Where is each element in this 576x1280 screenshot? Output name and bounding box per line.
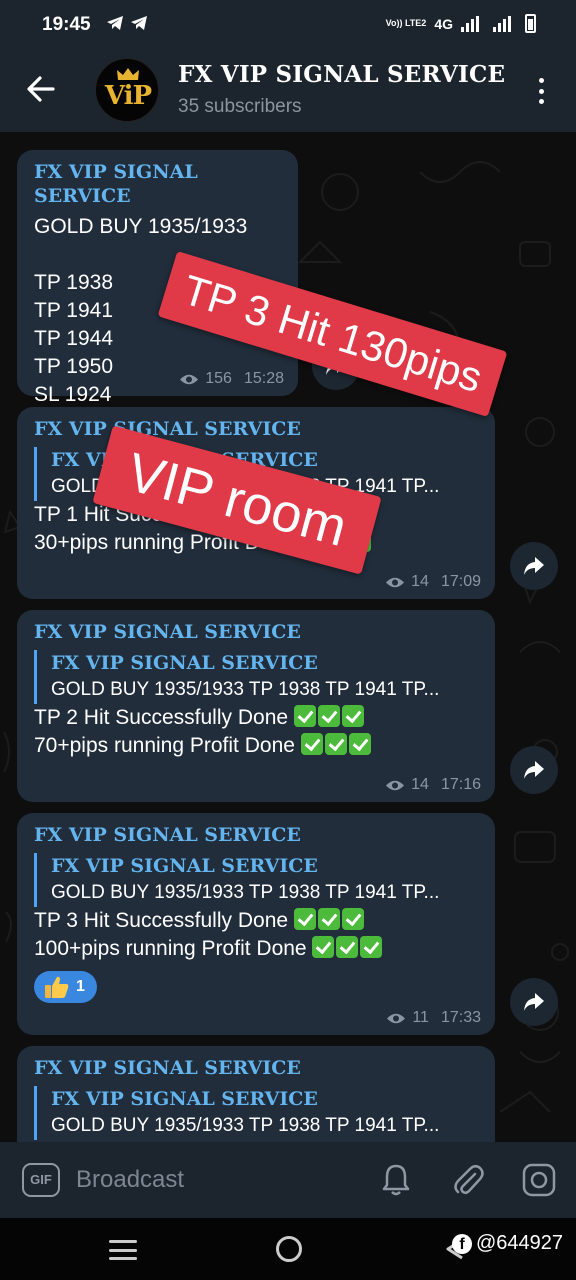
check-emoji-icon xyxy=(341,908,364,930)
view-count: 14 xyxy=(411,776,429,793)
channel-title[interactable]: FX VIP SIGNAL SERVICE xyxy=(178,61,505,88)
reply-preview[interactable]: FX VIP SIGNAL SERVICE GOLD BUY 1935/1933… xyxy=(34,650,478,704)
reaction-count: 1 xyxy=(76,978,85,995)
channel-avatar[interactable]: ViP xyxy=(95,58,159,122)
message-text: GOLD BUY 1935/1933 xyxy=(34,215,248,238)
message-text: TP 2 Hit Successfully Done xyxy=(34,704,478,732)
share-icon xyxy=(524,557,544,575)
crown-icon xyxy=(117,68,139,80)
message-time: 15:28 xyxy=(243,370,284,387)
thumbs-up-reaction[interactable]: 1 xyxy=(34,971,97,1003)
check-emoji-icon xyxy=(293,705,316,727)
reply-text: GOLD BUY 1935/1933 TP 1938 TP 1941 TP... xyxy=(51,882,440,903)
message-meta: 156 15:28 xyxy=(179,370,284,388)
chat-area[interactable]: FX VIP SIGNAL SERVICE GOLD BUY 1935/1933… xyxy=(0,132,576,1142)
chat-header: ViP FX VIP SIGNAL SERVICE 35 subscribers xyxy=(0,50,576,132)
message-text: 70+pips running Profit Done xyxy=(34,732,478,760)
message-text: TP 3 Hit Successfully Done xyxy=(34,907,478,935)
reply-title: FX VIP SIGNAL SERVICE xyxy=(51,855,318,877)
message-bubble[interactable]: FX VIP SIGNAL SERVICE FX VIP SIGNAL SERV… xyxy=(17,1046,495,1142)
views-icon xyxy=(180,374,199,384)
message-sender: FX VIP SIGNAL SERVICE xyxy=(34,1057,301,1079)
share-button[interactable] xyxy=(510,978,558,1026)
check-emoji-icon xyxy=(348,733,371,755)
status-bar: 19:45 Vo)) LTE2 4G xyxy=(0,0,576,50)
views-icon xyxy=(386,577,405,587)
views-icon xyxy=(387,1013,406,1023)
message-sender: FX VIP SIGNAL SERVICE xyxy=(34,824,301,846)
views-icon xyxy=(386,780,405,790)
view-count: 11 xyxy=(412,1009,429,1026)
message-sender: FX VIP SIGNAL SERVICE xyxy=(34,161,198,207)
volte-label: Vo)) LTE2 xyxy=(385,18,427,28)
check-emoji-icon xyxy=(360,936,383,958)
view-count: 156 xyxy=(205,370,232,387)
battery-icon xyxy=(525,14,536,33)
gif-button[interactable]: GIF xyxy=(22,1163,60,1197)
attach-icon[interactable] xyxy=(450,1162,486,1198)
system-nav-bar: f @644927 xyxy=(0,1218,576,1280)
back-arrow-icon[interactable] xyxy=(26,72,56,106)
network-type: 4G xyxy=(434,15,453,32)
reply-preview[interactable]: FX VIP SIGNAL SERVICE GOLD BUY 1935/1933… xyxy=(34,853,478,907)
watermark-handle: @644927 xyxy=(476,1232,564,1254)
message-time: 17:09 xyxy=(440,573,481,590)
check-emoji-icon xyxy=(312,936,335,958)
telegram-icon xyxy=(130,15,148,31)
thumbs-up-icon xyxy=(45,976,69,998)
reply-text: GOLD BUY 1935/1933 TP 1938 TP 1941 TP... xyxy=(51,679,440,700)
recents-button[interactable] xyxy=(109,1240,137,1260)
message-sender: FX VIP SIGNAL SERVICE xyxy=(34,621,301,643)
camera-icon[interactable] xyxy=(521,1162,557,1198)
reply-text: GOLD BUY 1935/1933 TP 1938 TP 1941 TP... xyxy=(51,1115,440,1136)
subscriber-count: 35 subscribers xyxy=(178,96,302,117)
signal-icon xyxy=(461,15,479,32)
reply-title: FX VIP SIGNAL SERVICE xyxy=(51,1088,318,1110)
avatar-text: ViP xyxy=(104,81,152,111)
share-icon xyxy=(524,761,544,779)
message-text: 100+pips running Profit Done xyxy=(34,935,478,963)
check-emoji-icon xyxy=(324,733,347,755)
message-time: 17:16 xyxy=(440,776,481,793)
check-emoji-icon xyxy=(293,908,316,930)
check-emoji-icon xyxy=(341,705,364,727)
check-emoji-icon xyxy=(300,733,323,755)
facebook-icon: f xyxy=(452,1233,472,1254)
message-meta: 11 17:33 xyxy=(386,1009,481,1027)
share-button[interactable] xyxy=(510,542,558,590)
share-button[interactable] xyxy=(510,746,558,794)
signal-icon xyxy=(493,15,511,32)
check-emoji-icon xyxy=(317,908,340,930)
message-bubble[interactable]: FX VIP SIGNAL SERVICE GOLD BUY 1935/1933… xyxy=(17,150,298,406)
message-bubble[interactable]: FX VIP SIGNAL SERVICE FX VIP SIGNAL SERV… xyxy=(17,610,495,802)
message-text xyxy=(34,241,281,269)
check-emoji-icon xyxy=(317,705,340,727)
status-time: 19:45 xyxy=(42,14,91,35)
more-options-icon[interactable] xyxy=(533,76,549,106)
view-count: 14 xyxy=(411,573,429,590)
message-meta: 14 17:09 xyxy=(385,573,481,591)
message-bubble[interactable]: FX VIP SIGNAL SERVICE FX VIP SIGNAL SERV… xyxy=(17,813,495,1035)
notification-icons xyxy=(106,15,148,31)
broadcast-input[interactable]: Broadcast xyxy=(76,1166,184,1194)
watermark: f @644927 xyxy=(452,1232,563,1255)
reply-preview[interactable]: FX VIP SIGNAL SERVICE GOLD BUY 1935/1933… xyxy=(34,1086,478,1140)
home-button[interactable] xyxy=(276,1236,302,1262)
broadcast-bar: GIF Broadcast xyxy=(0,1142,576,1218)
message-sender: FX VIP SIGNAL SERVICE xyxy=(34,418,301,440)
check-emoji-icon xyxy=(336,936,359,958)
bell-icon[interactable] xyxy=(378,1162,414,1198)
reply-title: FX VIP SIGNAL SERVICE xyxy=(51,652,318,674)
share-icon xyxy=(524,993,544,1011)
message-time: 17:33 xyxy=(440,1009,481,1026)
message-meta: 14 17:16 xyxy=(385,776,481,794)
telegram-icon xyxy=(106,15,124,31)
